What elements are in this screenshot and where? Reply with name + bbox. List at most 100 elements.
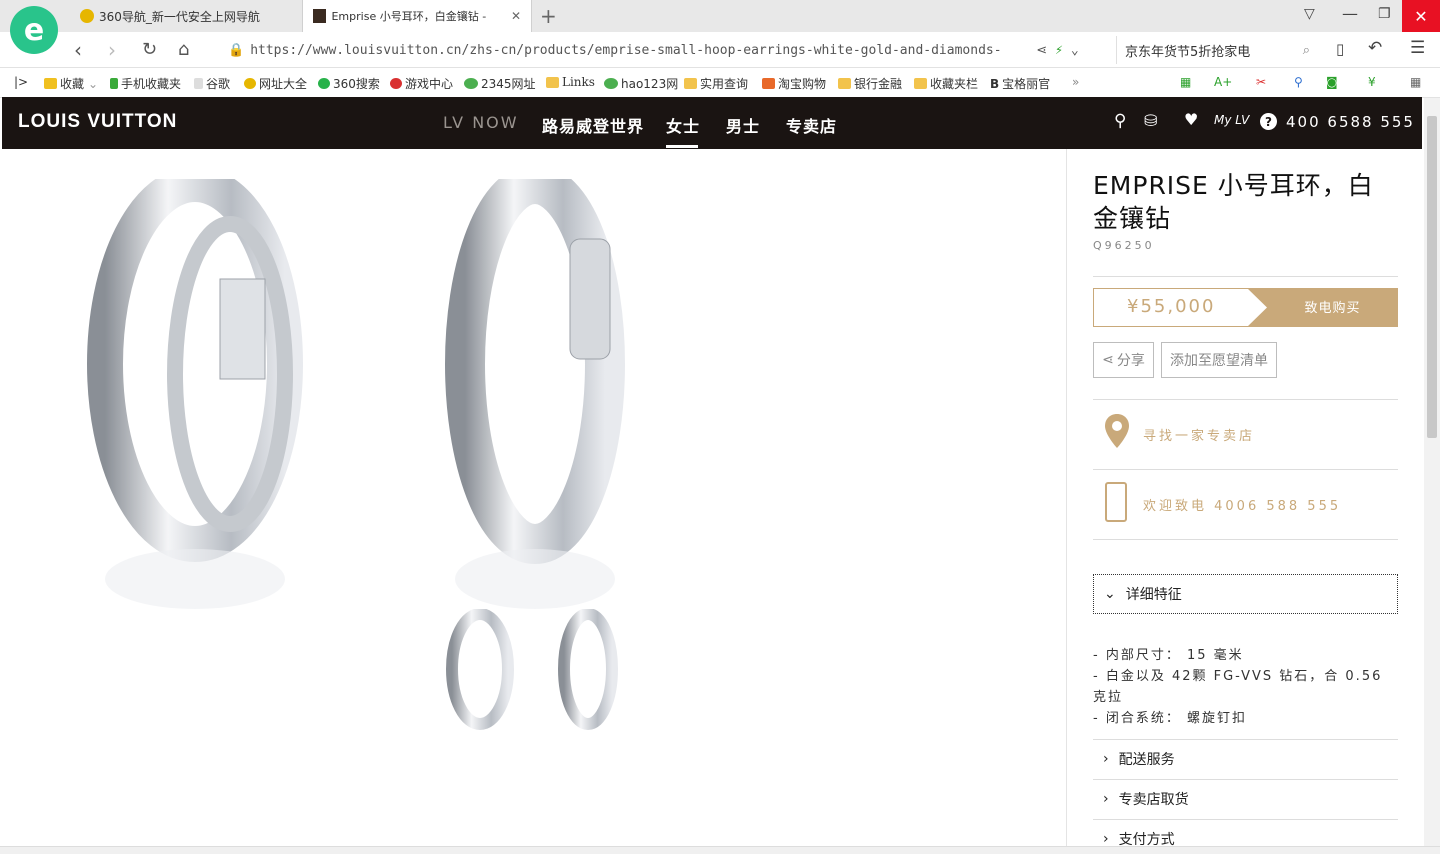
- share-icon[interactable]: ⋖: [1036, 43, 1047, 58]
- detail-item: - 闭合系统： 螺旋钉扣: [1093, 711, 1247, 726]
- bookmark-item[interactable]: 网址大全: [244, 75, 307, 92]
- page-scrollbar[interactable]: [1424, 98, 1440, 854]
- nav-men[interactable]: 男士: [726, 113, 760, 137]
- divider: [1093, 399, 1398, 400]
- divider: [1093, 276, 1398, 277]
- nav-lv-world[interactable]: 路易威登世界: [542, 113, 644, 137]
- tab-bar: e 360导航_新一代安全上网导航 Emprise 小号耳环，白金镶钻 - ✕ …: [0, 0, 1440, 54]
- refresh-icon[interactable]: ↻: [142, 32, 157, 68]
- add-wishlist-button[interactable]: 添加至愿望清单: [1161, 342, 1277, 378]
- folder-icon: [546, 76, 559, 88]
- more-bookmarks-icon[interactable]: »: [1072, 75, 1079, 89]
- find-store-link[interactable]: 寻找一家专卖店: [1143, 425, 1255, 444]
- back-icon[interactable]: ‹: [74, 32, 82, 68]
- bookmark-item[interactable]: B 宝格丽官: [990, 75, 1050, 92]
- bookmark-item[interactable]: 实用查询: [684, 75, 748, 92]
- header-phone[interactable]: 400 6588 555: [1286, 113, 1415, 131]
- extension-translate-icon[interactable]: A+: [1214, 75, 1232, 89]
- call-link[interactable]: 欢迎致电 4006 588 555: [1143, 495, 1341, 514]
- bookmark-item[interactable]: 手机收藏夹: [110, 75, 181, 92]
- restore-button[interactable]: ❐: [1378, 6, 1391, 22]
- new-tab-button[interactable]: +: [540, 4, 557, 28]
- apps-grid-icon[interactable]: ▦: [1410, 75, 1421, 89]
- game-icon: [390, 78, 402, 89]
- bookmark-item[interactable]: hao123网: [604, 75, 678, 92]
- bulgari-icon: B: [990, 76, 1000, 91]
- web-icon: [604, 78, 618, 89]
- bookmark-item[interactable]: Links: [546, 75, 595, 89]
- bookmark-item[interactable]: 银行金融: [838, 75, 902, 92]
- browser-logo-icon[interactable]: e: [10, 6, 58, 54]
- buy-by-phone-button[interactable]: 致电购买: [1267, 297, 1398, 316]
- extension-book-icon[interactable]: ▦: [1180, 75, 1191, 89]
- nav-stores[interactable]: 专卖店: [786, 113, 837, 137]
- nav-lv-now[interactable]: LV NOW: [443, 113, 519, 132]
- accordion-details[interactable]: ⌄ 详细特征: [1093, 574, 1398, 614]
- bookmark-item[interactable]: 收藏 ⌄: [44, 75, 98, 92]
- url-field[interactable]: 🔒 https://www.louisvuitton.cn/zhs-cn/pro…: [222, 36, 1108, 64]
- heart-icon[interactable]: ♥: [1184, 110, 1198, 129]
- extension-game-icon[interactable]: ◙: [1326, 75, 1338, 89]
- bookmark-item[interactable]: 收藏夹栏: [914, 75, 978, 92]
- menu-icon[interactable]: ☰: [1410, 38, 1425, 58]
- star-icon: [44, 78, 57, 89]
- close-window-button[interactable]: ✕: [1402, 0, 1440, 32]
- chevron-down-icon: ⌄: [1104, 586, 1116, 602]
- close-icon[interactable]: ✕: [511, 9, 521, 23]
- lv-logo[interactable]: LOUIS VUITTON: [18, 111, 177, 133]
- secure-lock-icon: 🔒: [228, 42, 245, 58]
- bookmark-item[interactable]: 游戏中心: [390, 75, 453, 92]
- undo-icon[interactable]: ↶: [1368, 38, 1382, 58]
- site-header: LOUIS VUITTON LV NOW 路易威登世界 女士 男士 专卖店 ⚲ …: [2, 97, 1422, 149]
- accordion-delivery[interactable]: › 配送服务: [1093, 739, 1398, 779]
- chevron-right-icon: ›: [1103, 751, 1109, 767]
- extension-cut-icon[interactable]: ✂: [1256, 75, 1266, 89]
- folder-icon: [838, 78, 851, 89]
- product-thumbnail-2[interactable]: [548, 609, 628, 769]
- help-icon[interactable]: ?: [1260, 113, 1277, 130]
- extension-pay-icon[interactable]: ¥: [1368, 75, 1376, 89]
- nav-women[interactable]: 女士: [666, 113, 700, 137]
- extension-search-icon[interactable]: ⚲: [1294, 75, 1303, 89]
- bookmark-item[interactable]: 谷歌: [194, 75, 230, 92]
- chevron-down-icon[interactable]: ⌄: [1071, 43, 1079, 58]
- tab-louisvuitton[interactable]: Emprise 小号耳环，白金镶钻 - ✕: [302, 0, 532, 32]
- share-button[interactable]: ⋖ 分享: [1093, 342, 1154, 378]
- shirt-icon[interactable]: ▽: [1304, 6, 1315, 22]
- product-image-main[interactable]: [80, 179, 320, 609]
- search-icon[interactable]: ⌕: [1303, 43, 1310, 58]
- page-icon: [194, 78, 203, 89]
- minimize-button[interactable]: —: [1342, 4, 1358, 23]
- home-icon[interactable]: ⌂: [178, 32, 189, 68]
- accordion-store-pickup[interactable]: › 专卖店取货: [1093, 779, 1398, 819]
- product-image-side[interactable]: [420, 179, 660, 609]
- sidebar-toggle-icon[interactable]: |>: [14, 75, 28, 89]
- search360-icon: [318, 78, 330, 89]
- product-info-panel: EMPRISE 小号耳环，白金镶钻 Q96250 ¥55,000 致电购买 ⋖ 分…: [1066, 149, 1422, 854]
- shopping-bag-icon[interactable]: ⛁: [1144, 111, 1157, 130]
- search-text: 京东年货节5折抢家电: [1125, 44, 1251, 60]
- search-icon[interactable]: ⚲: [1114, 111, 1126, 131]
- status-bar: [0, 846, 1440, 854]
- bookmark-item[interactable]: 淘宝购物: [762, 75, 826, 92]
- bookmark-item[interactable]: 360搜索: [318, 75, 380, 92]
- search-input[interactable]: 京东年货节5折抢家电 ⌕: [1116, 36, 1316, 64]
- my-lv-icon[interactable]: My LV: [1214, 113, 1249, 127]
- tab-360[interactable]: 360导航_新一代安全上网导航: [70, 0, 300, 32]
- bookmarks-bar: |> 收藏 ⌄ 手机收藏夹 谷歌 网址大全 360搜索 游戏中心 2345网址 L…: [0, 68, 1440, 98]
- mobile-icon[interactable]: ▯: [1336, 40, 1344, 58]
- tab-label: Emprise 小号耳环，白金镶钻 -: [331, 10, 487, 23]
- product-title: EMPRISE 小号耳环，白金镶钻: [1093, 171, 1374, 233]
- folder-icon: [684, 78, 697, 89]
- taobao-icon: [762, 78, 775, 89]
- product-thumbnail-1[interactable]: [440, 609, 520, 769]
- forward-icon[interactable]: ›: [108, 32, 116, 68]
- location-pin-icon: [1105, 414, 1129, 448]
- tab-label: 360导航_新一代安全上网导航: [99, 9, 260, 24]
- detail-item: - 白金以及 42颗 FG-VVS 钻石，合 0.56 克拉: [1093, 669, 1383, 705]
- bookmark-item[interactable]: 2345网址: [464, 75, 536, 92]
- scrollbar-thumb[interactable]: [1427, 116, 1437, 438]
- lightning-icon[interactable]: ⚡: [1055, 43, 1063, 58]
- product-gallery: [0, 149, 1066, 854]
- address-bar: ‹ › ↻ ⌂ 🔒 https://www.louisvuitton.cn/zh…: [0, 32, 1440, 68]
